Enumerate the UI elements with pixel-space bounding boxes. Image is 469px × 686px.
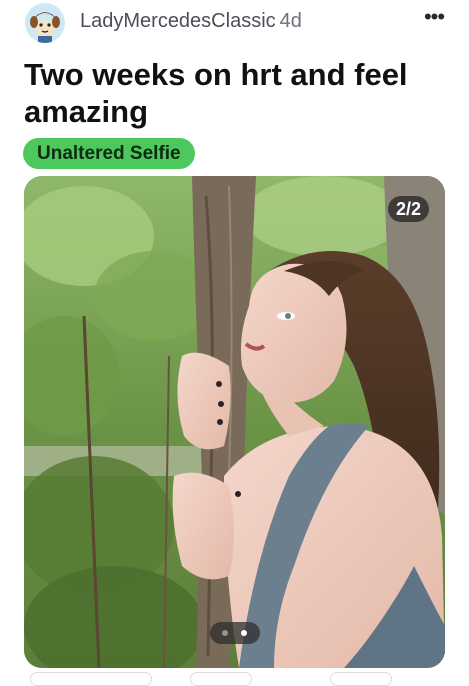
post-age: 4d [279, 10, 302, 32]
username[interactable]: LadyMercedesClassic 4d [80, 10, 302, 33]
avatar[interactable] [25, 3, 65, 43]
post-image[interactable]: 2/2 [24, 176, 445, 668]
action-bar-partial [30, 672, 430, 686]
more-options-icon[interactable]: ••• [422, 6, 446, 30]
post-title[interactable]: Two weeks on hrt and feel amazing [24, 56, 454, 130]
carousel-pager[interactable] [210, 622, 260, 644]
action-pill-3[interactable] [330, 672, 392, 686]
username-label[interactable]: LadyMercedesClassic [80, 10, 276, 32]
avatar-icon [25, 3, 65, 43]
action-pill-1[interactable] [30, 672, 152, 686]
action-pill-2[interactable] [190, 672, 252, 686]
pager-dot-2-active[interactable] [241, 630, 247, 636]
photo [24, 176, 445, 668]
post-header: LadyMercedesClassic 4d ••• [0, 0, 469, 48]
post-flair[interactable]: Unaltered Selfie [23, 138, 195, 169]
image-counter-badge: 2/2 [387, 196, 429, 222]
pager-dot-1[interactable] [222, 630, 228, 636]
